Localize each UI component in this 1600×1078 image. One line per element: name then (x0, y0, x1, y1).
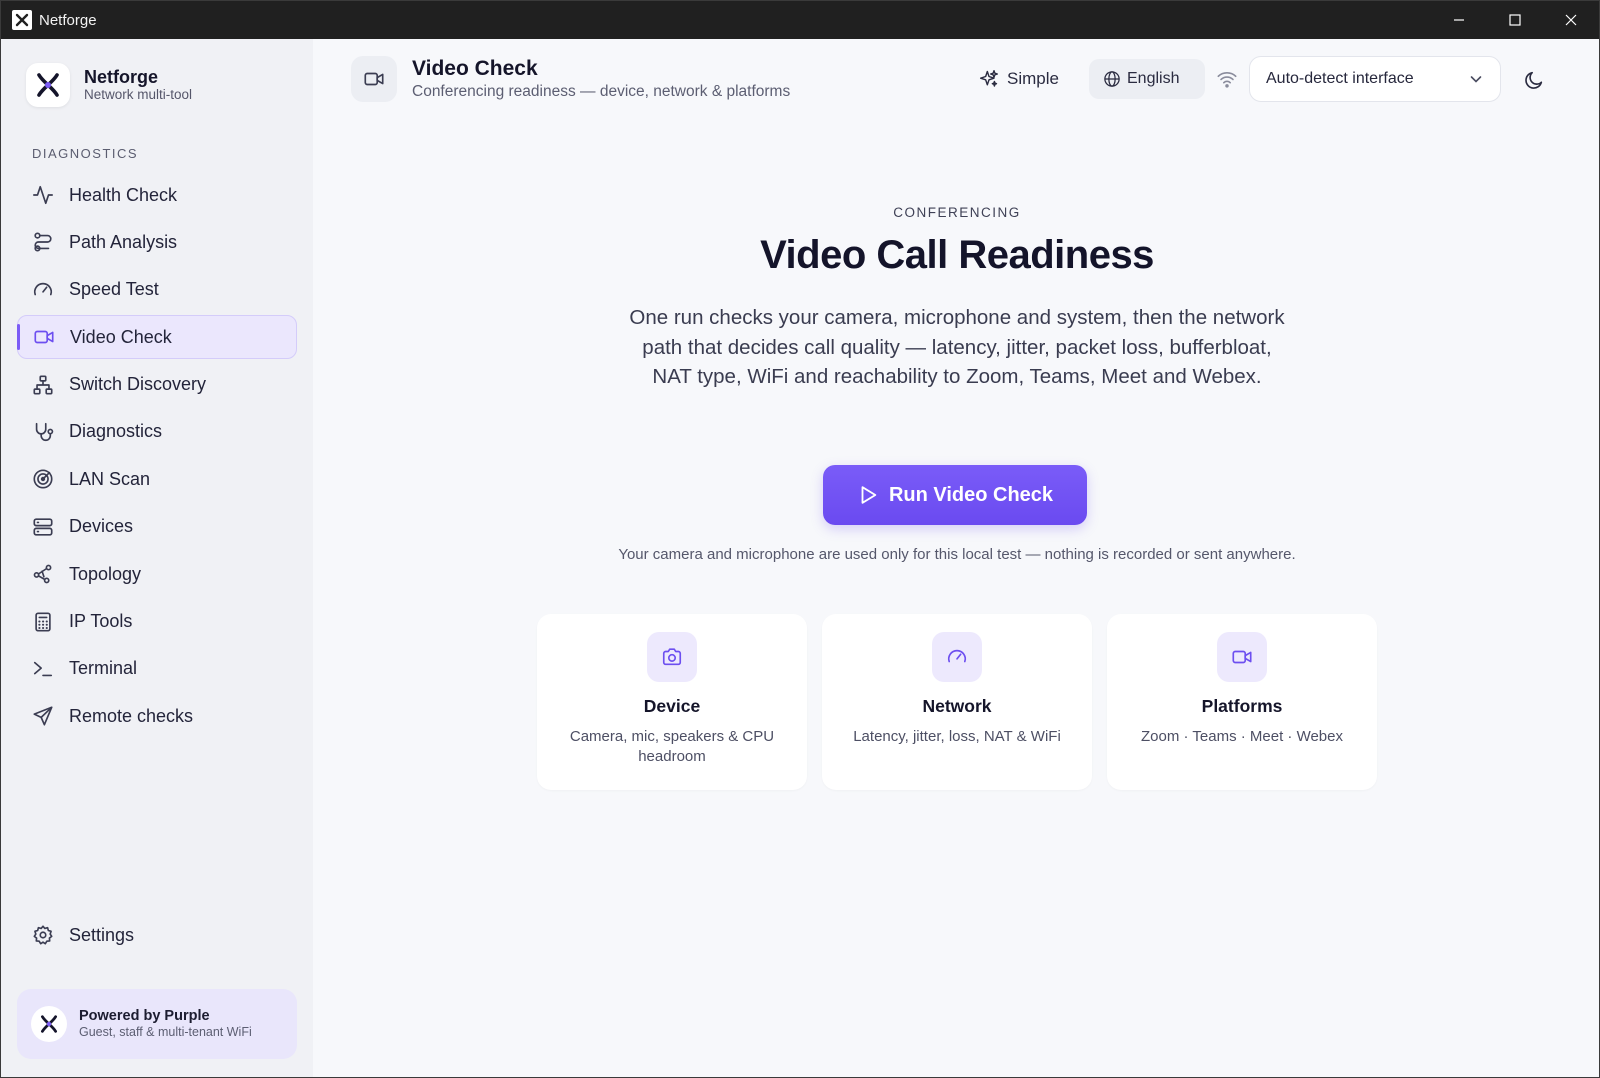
promo-title: Powered by Purple (79, 1008, 210, 1025)
card-description: Latency, jitter, loss, NAT & WiFi (853, 728, 1061, 745)
globe-icon (1104, 71, 1120, 87)
video-icon (1217, 632, 1267, 682)
sidebar-settings: Settings (17, 913, 297, 960)
calculator-icon (31, 610, 55, 634)
sidebar-item-health-check[interactable]: Health Check (17, 173, 297, 217)
device-card: Device Camera, mic, speakers & CPU headr… (537, 614, 807, 790)
play-icon (861, 486, 877, 504)
gear-icon (31, 923, 55, 947)
sidebar-nav: Health Check Path Analysis Speed Test Vi… (17, 173, 297, 742)
sidebar-item-label: Health Check (69, 184, 178, 205)
theme-toggle-button[interactable] (1519, 65, 1549, 95)
simple-mode-label: Simple (1007, 69, 1059, 88)
card-title: Network (922, 696, 992, 716)
page-title: Video Check (412, 57, 538, 80)
page-subtitle: Conferencing readiness — device, network… (412, 83, 791, 100)
close-icon (1565, 14, 1577, 26)
card-description: Zoom · Teams · Meet · Webex (1140, 728, 1343, 745)
send-icon (31, 704, 55, 728)
interface-select[interactable]: Auto-detect interface (1249, 56, 1501, 102)
app-logo-icon (12, 10, 32, 30)
hero-description: One run checks your camera, microphone a… (629, 306, 1285, 388)
network-card: Network Latency, jitter, loss, NAT & WiF… (822, 614, 1092, 790)
topology-icon (31, 562, 55, 586)
route-icon (31, 230, 55, 254)
network-tree-icon (31, 373, 55, 397)
sidebar-item-video-check[interactable]: Video Check (17, 315, 297, 360)
card-description: Camera, mic, speakers & CPU headroom (569, 728, 775, 765)
brand-name: Netforge (84, 67, 159, 88)
sidebar-item-label: Terminal (69, 658, 138, 679)
window-title: Netforge (39, 11, 97, 29)
page-header: Video Check Conferencing readiness — dev… (313, 39, 1599, 119)
sidebar-item-settings[interactable]: Settings (17, 913, 297, 957)
minimize-button[interactable] (1431, 1, 1487, 39)
activity-icon (31, 183, 55, 207)
sidebar-item-label: Path Analysis (69, 231, 178, 252)
terminal-icon (31, 657, 55, 681)
interface-select-value: Auto-detect interface (1266, 70, 1414, 87)
maximize-button[interactable] (1487, 1, 1543, 39)
sidebar-item-label: Devices (69, 516, 134, 537)
sidebar-item-label: Settings (69, 924, 135, 945)
wifi-icon (1216, 68, 1238, 90)
brand-tagline: Network multi-tool (84, 87, 193, 103)
video-icon (32, 325, 56, 349)
hero-title: Video Call Readiness (760, 233, 1154, 277)
run-video-check-button[interactable]: Run Video Check (823, 465, 1087, 525)
chevron-down-icon (1470, 76, 1482, 83)
sidebar-item-label: Speed Test (69, 279, 159, 300)
radar-icon (31, 467, 55, 491)
title-bar: Netforge (1, 1, 1599, 39)
maximize-icon (1509, 14, 1521, 26)
minimize-icon (1454, 19, 1464, 21)
main-content: CONFERENCING Video Call Readiness One ru… (313, 119, 1599, 1077)
sidebar-item-switch-discovery[interactable]: Switch Discovery (17, 363, 297, 407)
sidebar-item-label: Switch Discovery (69, 374, 207, 395)
sidebar-item-diagnostics[interactable]: Diagnostics (17, 410, 297, 454)
brand[interactable]: Netforge Network multi-tool (26, 63, 192, 107)
sidebar-section-label: DIAGNOSTICS (32, 146, 139, 161)
run-video-check-label: Run Video Check (888, 483, 1054, 506)
sidebar-item-lan-scan[interactable]: LAN Scan (17, 457, 297, 501)
video-icon (351, 56, 397, 102)
purple-logo-icon (31, 1006, 67, 1042)
sidebar-item-label: IP Tools (69, 611, 133, 632)
powered-by-card[interactable]: Powered by Purple Guest, staff & multi-t… (17, 989, 297, 1059)
sidebar-item-label: Diagnostics (69, 421, 163, 442)
server-icon (31, 515, 55, 539)
gauge-icon (932, 632, 982, 682)
simple-mode-button[interactable]: Simple (979, 65, 1059, 93)
close-button[interactable] (1543, 1, 1599, 39)
sidebar-item-topology[interactable]: Topology (17, 552, 297, 596)
section-eyebrow: CONFERENCING (893, 205, 1021, 220)
gauge-icon (31, 278, 55, 302)
privacy-note: Your camera and microphone are used only… (618, 546, 1296, 563)
platforms-card: Platforms Zoom · Teams · Meet · Webex (1107, 614, 1377, 790)
language-selector[interactable]: English (1089, 59, 1205, 99)
sidebar-item-label: LAN Scan (69, 468, 151, 489)
sidebar: Netforge Network multi-tool DIAGNOSTICS … (1, 39, 313, 1077)
sidebar-item-label: Video Check (70, 326, 172, 347)
check-category-cards: Device Camera, mic, speakers & CPU headr… (537, 614, 1377, 790)
card-title: Platforms (1201, 696, 1283, 716)
sidebar-item-terminal[interactable]: Terminal (17, 647, 297, 691)
sidebar-item-devices[interactable]: Devices (17, 505, 297, 549)
sidebar-item-label: Remote checks (69, 705, 194, 726)
card-title: Device (643, 696, 701, 716)
sidebar-item-ip-tools[interactable]: IP Tools (17, 600, 297, 644)
sidebar-item-path-analysis[interactable]: Path Analysis (17, 220, 297, 264)
moon-icon (1525, 71, 1543, 89)
netforge-logo-icon (26, 63, 70, 107)
sidebar-item-label: Topology (69, 563, 142, 584)
window-controls (1431, 1, 1599, 39)
app-window: Netforge Netforge Network multi-tool DIA… (0, 0, 1600, 1078)
sidebar-item-remote-checks[interactable]: Remote checks (17, 694, 297, 738)
sparkles-icon (979, 69, 999, 87)
language-label: English (1127, 70, 1180, 87)
camera-icon (647, 632, 697, 682)
stethoscope-icon (31, 420, 55, 444)
promo-subtitle: Guest, staff & multi-tenant WiFi (79, 1025, 252, 1040)
sidebar-item-speed-test[interactable]: Speed Test (17, 268, 297, 312)
